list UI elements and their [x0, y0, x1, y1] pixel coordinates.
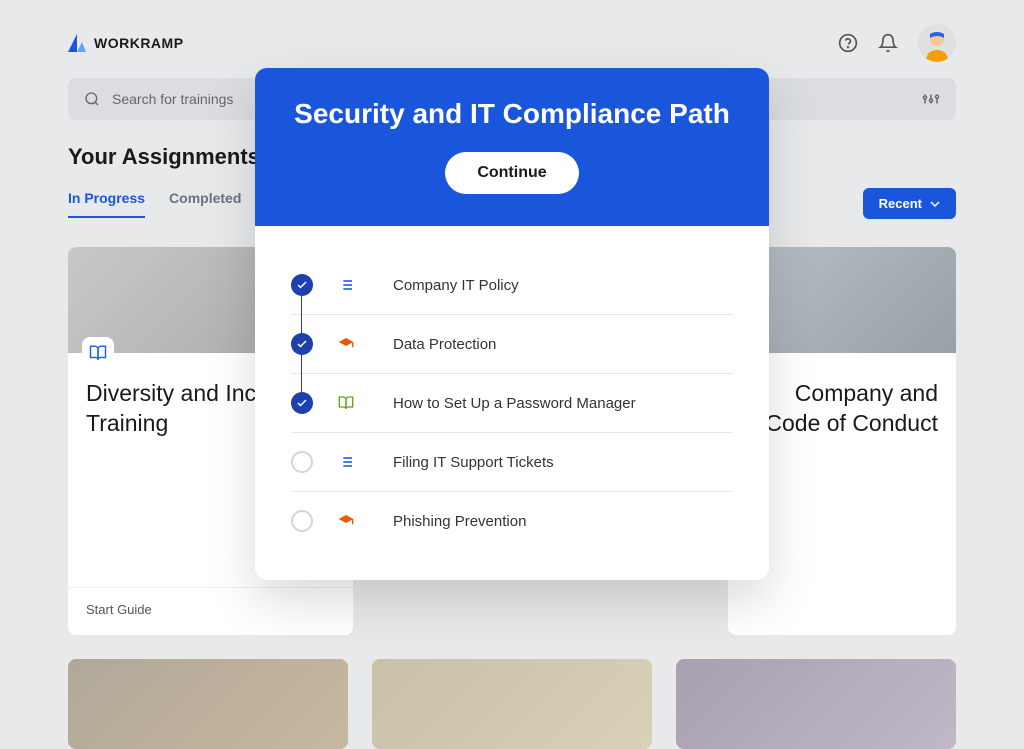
list-icon	[337, 453, 355, 471]
modal-title: Security and IT Compliance Path	[291, 98, 733, 130]
edu-icon	[337, 335, 355, 353]
path-item-label: How to Set Up a Password Manager	[379, 395, 636, 412]
check-circle-icon	[291, 333, 313, 355]
logo-icon	[68, 34, 86, 52]
continue-button[interactable]: Continue	[445, 152, 578, 194]
path-item-label: Data Protection	[379, 336, 496, 353]
path-item-label: Phishing Prevention	[379, 513, 526, 530]
book-icon	[337, 394, 355, 412]
path-item-label: Company IT Policy	[379, 277, 519, 294]
sort-button[interactable]: Recent	[863, 188, 956, 219]
tab-completed[interactable]: Completed	[169, 190, 241, 218]
check-circle-icon	[291, 274, 313, 296]
help-icon[interactable]	[838, 33, 858, 53]
chevron-down-icon	[930, 199, 940, 209]
avatar[interactable]	[918, 24, 956, 62]
path-item[interactable]: Data Protection	[291, 315, 733, 374]
filter-icon[interactable]	[922, 90, 940, 108]
circle-icon	[291, 451, 313, 473]
path-item[interactable]: Filing IT Support Tickets	[291, 433, 733, 492]
edu-icon	[337, 512, 355, 530]
card-footer: Start Guide	[86, 602, 335, 617]
brand-text: WORKRAMP	[94, 35, 184, 51]
path-item-label: Filing IT Support Tickets	[379, 454, 554, 471]
check-circle-icon	[291, 392, 313, 414]
tab-in-progress[interactable]: In Progress	[68, 190, 145, 218]
search-icon	[84, 91, 100, 107]
path-item[interactable]: Company IT Policy	[291, 256, 733, 315]
book-icon	[82, 337, 114, 369]
learning-path-modal: Security and IT Compliance Path Continue…	[255, 68, 769, 580]
circle-icon	[291, 510, 313, 532]
path-item[interactable]: Phishing Prevention	[291, 492, 733, 550]
assignment-card-small[interactable]	[676, 659, 956, 749]
assignment-card-small[interactable]	[372, 659, 652, 749]
path-item[interactable]: How to Set Up a Password Manager	[291, 374, 733, 433]
bell-icon[interactable]	[878, 33, 898, 53]
list-icon	[337, 276, 355, 294]
brand-logo[interactable]: WORKRAMP	[68, 34, 184, 52]
card-title: Company and Code of Conduct	[746, 379, 938, 439]
sort-button-label: Recent	[879, 196, 922, 211]
assignment-card-small[interactable]	[68, 659, 348, 749]
